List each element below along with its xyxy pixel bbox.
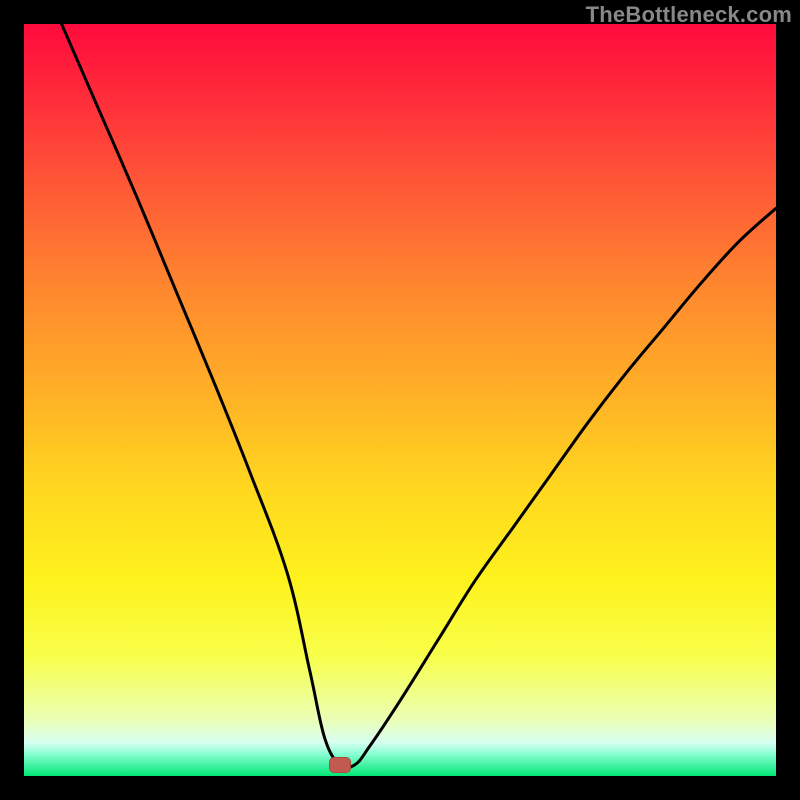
- bottleneck-curve-path: [62, 24, 776, 768]
- plot-area: [24, 24, 776, 776]
- valley-marker: [329, 757, 351, 773]
- watermark-text: TheBottleneck.com: [586, 2, 792, 28]
- chart-frame: TheBottleneck.com: [0, 0, 800, 800]
- curve-svg: [24, 24, 776, 776]
